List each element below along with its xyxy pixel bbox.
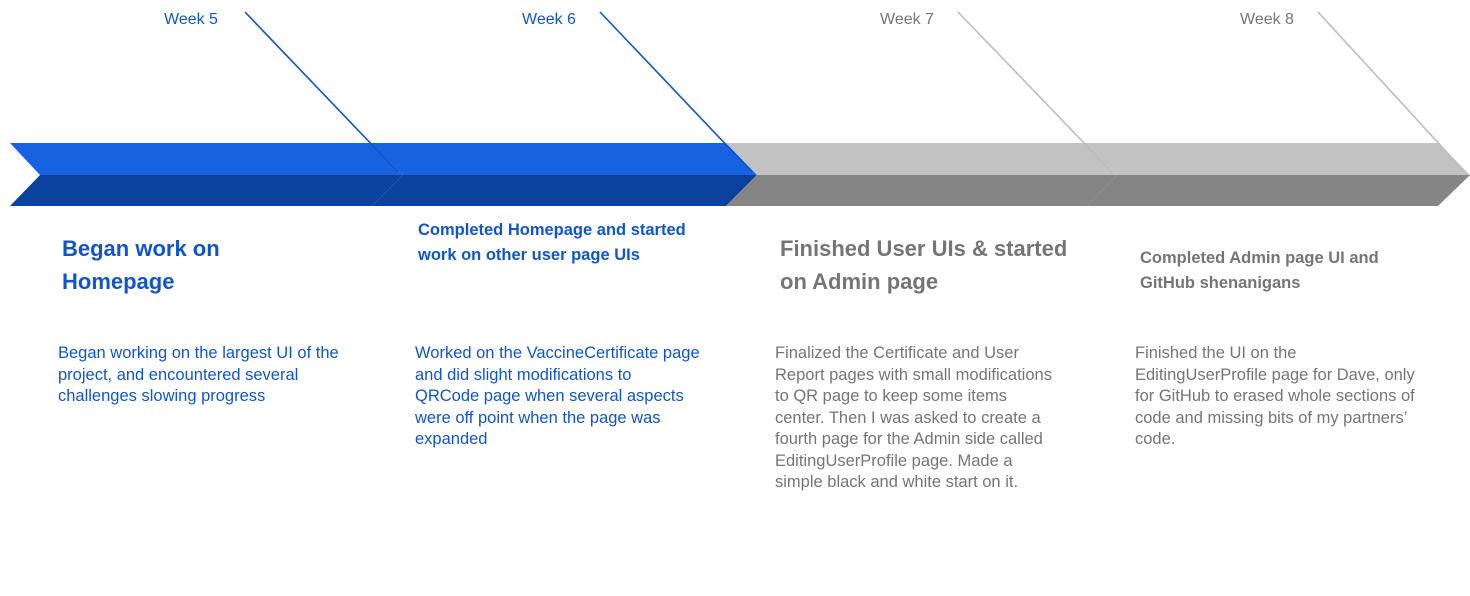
segment-week-8-bottom [1087, 175, 1470, 206]
timeline-diagram: Week 5 Week 6 Week 7 Week 8 Began work o… [0, 0, 1470, 596]
milestone-description-week-5: Began working on the largest UI of the p… [58, 344, 339, 405]
milestone-title-week-5: Began work on Homepage [62, 236, 220, 294]
milestone-description-week-7: Finalized the Certificate and User Repor… [775, 344, 1052, 491]
segment-week-5-bottom [10, 175, 403, 206]
week-label-6: Week 6 [522, 11, 576, 28]
week-label-5: Week 5 [164, 11, 218, 28]
week-label-7: Week 7 [880, 11, 934, 28]
milestone-title-week-8: Completed Admin page UI and GitHub shena… [1140, 249, 1379, 292]
segment-week-7-top [726, 143, 1117, 175]
segment-week-8-top [1087, 143, 1470, 175]
milestone-title-week-7: Finished User UIs & started on Admin pag… [780, 236, 1068, 294]
segment-week-7-bottom [726, 175, 1117, 206]
timeline-arrow-band [10, 11, 1470, 206]
milestone-description-week-8: Finished the UI on the EditingUserProfil… [1135, 344, 1415, 448]
week-label-8: Week 8 [1240, 11, 1294, 28]
segment-week-6-top [370, 143, 757, 175]
segment-week-5-top [10, 143, 403, 175]
milestone-description-week-6: Worked on the VaccineCertificate page an… [415, 344, 700, 448]
milestone-title-week-6: Completed Homepage and started work on o… [418, 221, 686, 264]
segment-week-6-bottom [372, 175, 757, 206]
